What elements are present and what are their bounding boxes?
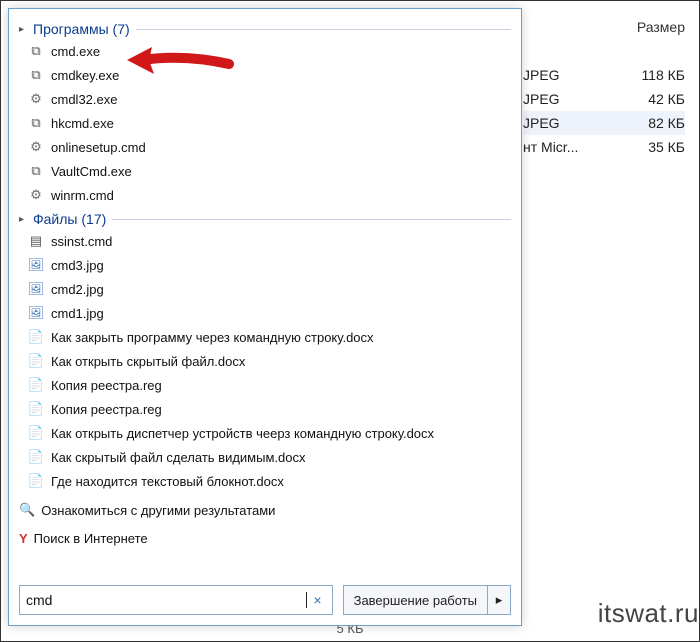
file-type: JPEG	[523, 87, 560, 111]
list-item[interactable]: 📄 Как открыть диспетчер устройств чеерз к…	[27, 421, 511, 445]
jpg-icon: 🖼	[27, 280, 45, 298]
group-count: (7)	[113, 21, 130, 37]
group-count: (17)	[81, 211, 106, 227]
search-input[interactable]	[24, 592, 306, 608]
table-row[interactable]: JPEG 118 КБ	[523, 63, 685, 87]
list-item[interactable]: 📄 Копия реестра.reg	[27, 373, 511, 397]
gear-icon: ⚙	[27, 90, 45, 108]
exe-icon: ⧉	[27, 42, 45, 60]
shutdown-options-button[interactable]: ▸	[487, 586, 510, 614]
docx-icon: 📄	[27, 352, 45, 370]
item-label: onlinesetup.cmd	[51, 140, 146, 155]
item-label: cmd3.jpg	[51, 258, 104, 273]
programs-list: ⧉ cmd.exe ⧉ cmdkey.exe ⚙ cmdl32.exe ⧉ hkcmd.exe…	[19, 39, 511, 207]
item-label: cmd.exe	[51, 44, 100, 59]
watermark-text: itswat.ru	[598, 598, 699, 629]
search-icon: 🔍	[19, 502, 35, 518]
files-list: ▤ ssinst.cmd 🖼 cmd3.jpg 🖼 cmd2.jpg 🖼 cmd1.jpg 📄 К…	[19, 229, 511, 493]
docx-icon: 📄	[27, 448, 45, 466]
list-item[interactable]: 📄 Как открыть скрытый файл.docx	[27, 349, 511, 373]
list-item[interactable]: ⚙ winrm.cmd	[27, 183, 511, 207]
item-label: Где находится текстовый блокнот.docx	[51, 474, 284, 489]
table-row[interactable]: нт Micr... 35 КБ	[523, 135, 685, 159]
item-label: ssinst.cmd	[51, 234, 112, 249]
shutdown-button[interactable]: Завершение работы	[344, 586, 487, 614]
list-item[interactable]: 🖼 cmd3.jpg	[27, 253, 511, 277]
divider	[112, 219, 511, 220]
item-label: Как скрытый файл сделать видимым.docx	[51, 450, 305, 465]
group-header-programs[interactable]: ▸ Программы (7)	[19, 21, 511, 37]
chevron-right-icon: ▸	[496, 592, 503, 608]
group-label: Программы	[33, 21, 109, 37]
cmd-icon: ▤	[27, 232, 45, 250]
list-item[interactable]: ⚙ cmdl32.exe	[27, 87, 511, 111]
jpg-icon: 🖼	[27, 256, 45, 274]
docx-icon: 📄	[27, 424, 45, 442]
item-label: Как открыть скрытый файл.docx	[51, 354, 245, 369]
jpg-icon: 🖼	[27, 304, 45, 322]
list-item[interactable]: ⧉ VaultCmd.exe	[27, 159, 511, 183]
list-item[interactable]: 📄 Как закрыть программу через командную с…	[27, 325, 511, 349]
docx-icon: 📄	[27, 328, 45, 346]
group-label: Файлы	[33, 211, 77, 227]
table-row[interactable]: JPEG 82 КБ	[523, 111, 685, 135]
file-size: 35 КБ	[648, 135, 685, 159]
start-search-panel: ▸ Программы (7) ⧉ cmd.exe ⧉ cmdkey.exe ⚙ cmdl…	[8, 8, 522, 626]
file-type: нт Micr...	[523, 135, 578, 159]
item-label: cmd1.jpg	[51, 306, 104, 321]
file-size: 82 КБ	[648, 111, 685, 135]
list-item[interactable]: ⧉ cmdkey.exe	[27, 63, 511, 87]
see-more-results[interactable]: 🔍 Ознакомиться с другими результатами	[19, 499, 511, 521]
item-label: hkcmd.exe	[51, 116, 114, 131]
group-header-files[interactable]: ▸ Файлы (17)	[19, 211, 511, 227]
search-internet-label: Поиск в Интернете	[34, 531, 148, 546]
exe-icon: ⧉	[27, 66, 45, 84]
search-internet[interactable]: Y Поиск в Интернете	[19, 527, 511, 549]
collapse-icon: ▸	[19, 24, 29, 35]
list-item[interactable]: ⧉ cmd.exe	[27, 39, 511, 63]
column-header-size[interactable]: Размер	[637, 19, 685, 35]
file-type: JPEG	[523, 63, 560, 87]
gear-icon: ⚙	[27, 186, 45, 204]
item-label: Как закрыть программу через командную ст…	[51, 330, 374, 345]
item-label: winrm.cmd	[51, 188, 114, 203]
item-label: Копия реестра.reg	[51, 378, 162, 393]
list-item[interactable]: 📄 Как скрытый файл сделать видимым.docx	[27, 445, 511, 469]
list-item[interactable]: 📄 Копия реестра.reg	[27, 397, 511, 421]
list-item[interactable]: 🖼 cmd1.jpg	[27, 301, 511, 325]
list-item[interactable]: ⚙ onlinesetup.cmd	[27, 135, 511, 159]
search-input-container[interactable]: ×	[19, 585, 333, 615]
item-label: cmd2.jpg	[51, 282, 104, 297]
list-item[interactable]: ▤ ssinst.cmd	[27, 229, 511, 253]
shutdown-split-button[interactable]: Завершение работы ▸	[343, 585, 511, 615]
item-label: VaultCmd.exe	[51, 164, 132, 179]
item-label: cmdkey.exe	[51, 68, 119, 83]
shutdown-label: Завершение работы	[354, 593, 477, 608]
docx-icon: 📄	[27, 472, 45, 490]
list-item[interactable]: 📄 Где находится текстовый блокнот.docx	[27, 469, 511, 493]
gear-icon: ⚙	[27, 138, 45, 156]
exe-icon: ⧉	[27, 162, 45, 180]
item-label: Копия реестра.reg	[51, 402, 162, 417]
list-item[interactable]: ⧉ hkcmd.exe	[27, 111, 511, 135]
table-row[interactable]: JPEG 42 КБ	[523, 87, 685, 111]
divider	[136, 29, 511, 30]
clear-search-button[interactable]: ×	[307, 592, 327, 608]
file-size: 118 КБ	[641, 63, 685, 87]
see-more-label: Ознакомиться с другими результатами	[41, 503, 275, 518]
list-item[interactable]: 🖼 cmd2.jpg	[27, 277, 511, 301]
yandex-icon: Y	[19, 531, 28, 546]
collapse-icon: ▸	[19, 214, 29, 225]
file-type: JPEG	[523, 111, 560, 135]
item-label: Как открыть диспетчер устройств чеерз ко…	[51, 426, 434, 441]
file-list: JPEG 118 КБ JPEG 42 КБ JPEG 82 КБ нт Micr... 35…	[523, 63, 685, 159]
exe-icon: ⧉	[27, 114, 45, 132]
item-label: cmdl32.exe	[51, 92, 117, 107]
file-size: 42 КБ	[648, 87, 685, 111]
reg-icon: 📄	[27, 376, 45, 394]
bottom-bar: × Завершение работы ▸	[19, 585, 511, 615]
reg-icon: 📄	[27, 400, 45, 418]
